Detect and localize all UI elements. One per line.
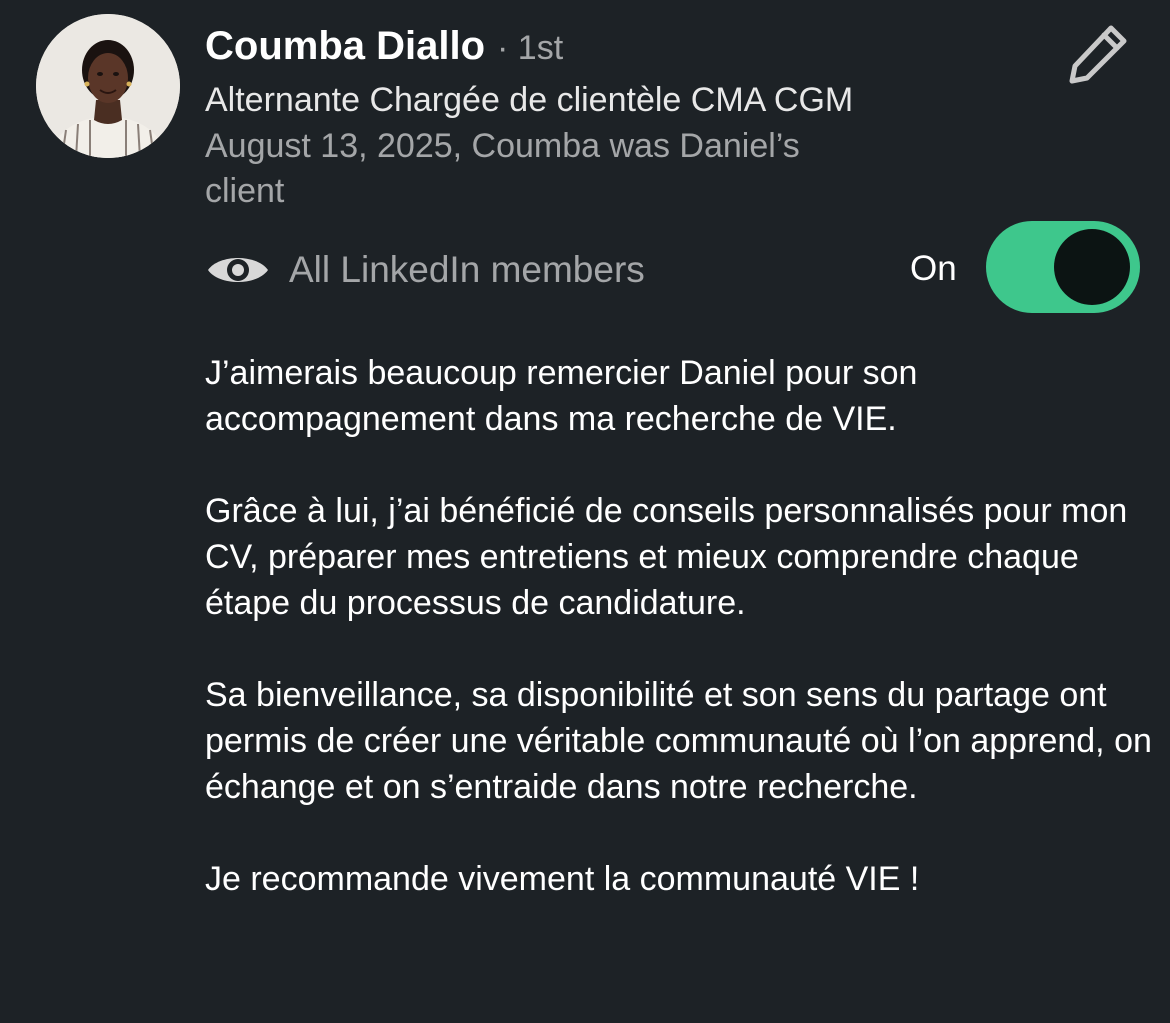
relationship-text: August 13, 2025, Coumba was Daniel’s cli… (205, 127, 800, 210)
recommendation-paragraph: Je recommande vivement la communauté VIE… (205, 860, 920, 898)
recommendation-text: J’aimerais beaucoup remercier Daniel pou… (205, 350, 1155, 902)
pencil-icon (1069, 25, 1127, 84)
profile-photo (36, 14, 180, 158)
recommender-name[interactable]: Coumba Diallo (205, 24, 485, 69)
toggle-state-label: On (910, 249, 957, 288)
visibility-label: All LinkedIn members (289, 249, 645, 290)
recommendation-paragraph: Grâce à lui, j’ai bénéficié de conseils … (205, 492, 1128, 622)
avatar[interactable] (36, 14, 180, 158)
visibility-toggle[interactable] (986, 221, 1140, 313)
connection-degree: · 1st (497, 29, 564, 67)
recommendation-paragraph: Sa bienveillance, sa disponibilité et so… (205, 676, 1152, 806)
edit-button[interactable] (1062, 18, 1134, 90)
recommendation-paragraph: J’aimerais beaucoup remercier Daniel pou… (205, 354, 918, 438)
visibility-row: All LinkedIn members (205, 244, 645, 296)
recommender-headline: Alternante Chargée de clientèle CMA CGM (205, 81, 854, 119)
eye-icon (205, 248, 271, 292)
name-line: Coumba Diallo · 1st (205, 24, 563, 72)
toggle-knob (1054, 229, 1130, 305)
